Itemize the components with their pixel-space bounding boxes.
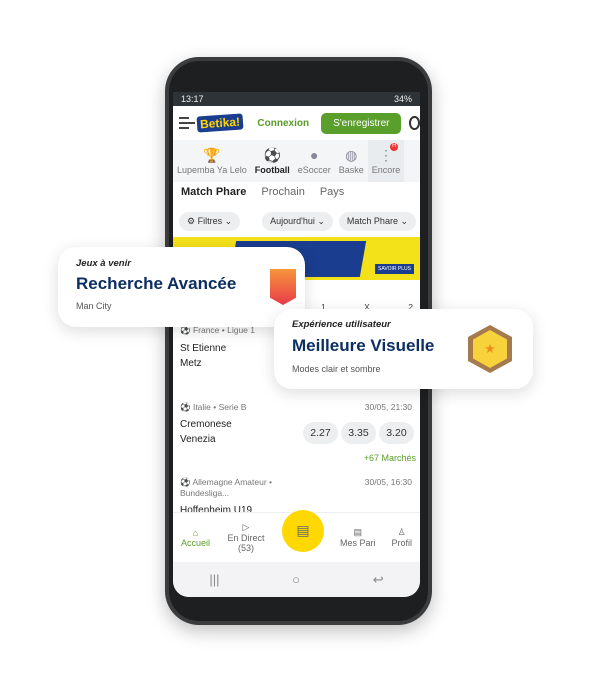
tab-match-phare[interactable]: Match Phare <box>181 186 246 198</box>
sport-lupemba[interactable]: 🏆 Lupemba Ya Lelo <box>173 140 251 182</box>
bottom-nav: ⌂ Accueil ▷ En Direct (53) ▤ ▤ Mes Pari ♙ Pr… <box>173 509 420 562</box>
notification-badge: H <box>390 143 399 151</box>
tab-pays[interactable]: Pays <box>320 186 344 198</box>
play-icon: ▷ <box>242 522 250 532</box>
nav-profil[interactable]: ♙ Profil <box>391 527 412 548</box>
app-header: Betika! Connexion S'enregistrer <box>173 106 420 140</box>
more-markets-link[interactable]: +67 Marchés <box>364 453 416 463</box>
match-date: 30/05, 21:30 <box>364 402 412 412</box>
match-league: ⚽ Allemagne Amateur • Bundesliga... <box>180 477 273 498</box>
odd-away[interactable]: 3.20 <box>379 422 414 444</box>
filter-button[interactable]: ⚙ Filtres ⌄ <box>179 212 241 231</box>
status-bar: 13:17 34% <box>173 92 420 106</box>
tab-prochain[interactable]: Prochain <box>261 186 304 198</box>
sport-more[interactable]: ⋮ Encore H <box>367 140 405 182</box>
nav-en-direct[interactable]: ▷ En Direct (53) <box>226 522 266 553</box>
pennant-icon <box>270 269 296 305</box>
match-date: 30/05, 16:30 <box>364 477 412 487</box>
away-team: Venezia <box>180 434 216 445</box>
sport-esoccer[interactable]: ● eSoccer <box>294 140 335 182</box>
card-tag: Jeux à venir <box>76 258 131 269</box>
betslip-button[interactable]: ▤ <box>281 509 324 552</box>
betslip-icon: ▤ <box>296 522 310 538</box>
home-team: Cremonese <box>180 419 232 430</box>
away-team: Metz <box>180 358 202 369</box>
basketball-icon: ◍ <box>345 147 358 163</box>
back-icon[interactable]: ↩ <box>373 572 384 588</box>
card-title: Recherche Avancée <box>76 274 237 293</box>
sport-basketball[interactable]: ◍ Baske <box>335 140 368 182</box>
trophy-icon: 🏆 <box>203 147 221 163</box>
menu-icon[interactable] <box>179 117 196 129</box>
filter-row: ⚙ Filtres ⌄ Aujourd'hui ⌄ Match Phare ⌄ <box>179 212 416 231</box>
feature-card-visual: Expérience utilisateur Meilleure Visuell… <box>274 309 533 389</box>
card-subtitle: Man City <box>76 301 112 311</box>
bets-icon: ▤ <box>353 527 362 537</box>
esoccer-icon: ● <box>310 147 319 163</box>
match-league: ⚽ Italie • Serie B <box>180 402 247 412</box>
match-tabs: Match Phare Prochain Pays <box>181 186 344 198</box>
home-team: St Etienne <box>180 343 227 354</box>
nav-accueil[interactable]: ⌂ Accueil <box>181 528 210 548</box>
user-icon: ♙ <box>397 527 406 537</box>
login-button[interactable]: Connexion <box>257 118 309 129</box>
status-time: 13:17 <box>181 94 204 104</box>
home-icon: ⌂ <box>192 527 199 538</box>
system-nav-bar: ||| ○ ↩ <box>173 562 420 597</box>
betika-logo[interactable]: Betika! <box>196 113 244 133</box>
home-circle-icon[interactable]: ○ <box>292 572 300 587</box>
nav-mes-pari[interactable]: ▤ Mes Pari <box>340 527 376 548</box>
register-button[interactable]: S'enregistrer <box>321 112 402 134</box>
search-icon[interactable] <box>409 116 420 130</box>
sport-football[interactable]: ⚽ Football <box>251 140 294 182</box>
date-filter[interactable]: Aujourd'hui ⌄ <box>262 212 333 231</box>
odd-home[interactable]: 2.27 <box>303 422 338 444</box>
feature-card-search: Jeux à venir Recherche Avancée Man City <box>58 247 305 327</box>
football-icon: ⚽ <box>263 147 281 163</box>
status-battery: 34% <box>393 94 412 104</box>
odd-draw[interactable]: 3.35 <box>341 422 376 444</box>
recents-icon[interactable]: ||| <box>209 572 219 587</box>
odds-row: 2.27 3.35 3.20 <box>303 422 414 444</box>
card-tag: Expérience utilisateur <box>292 319 391 330</box>
category-filter[interactable]: Match Phare ⌄ <box>338 212 416 231</box>
sports-row: 🏆 Lupemba Ya Lelo ⚽ Football ● eSoccer ◍ Bas… <box>173 140 420 182</box>
